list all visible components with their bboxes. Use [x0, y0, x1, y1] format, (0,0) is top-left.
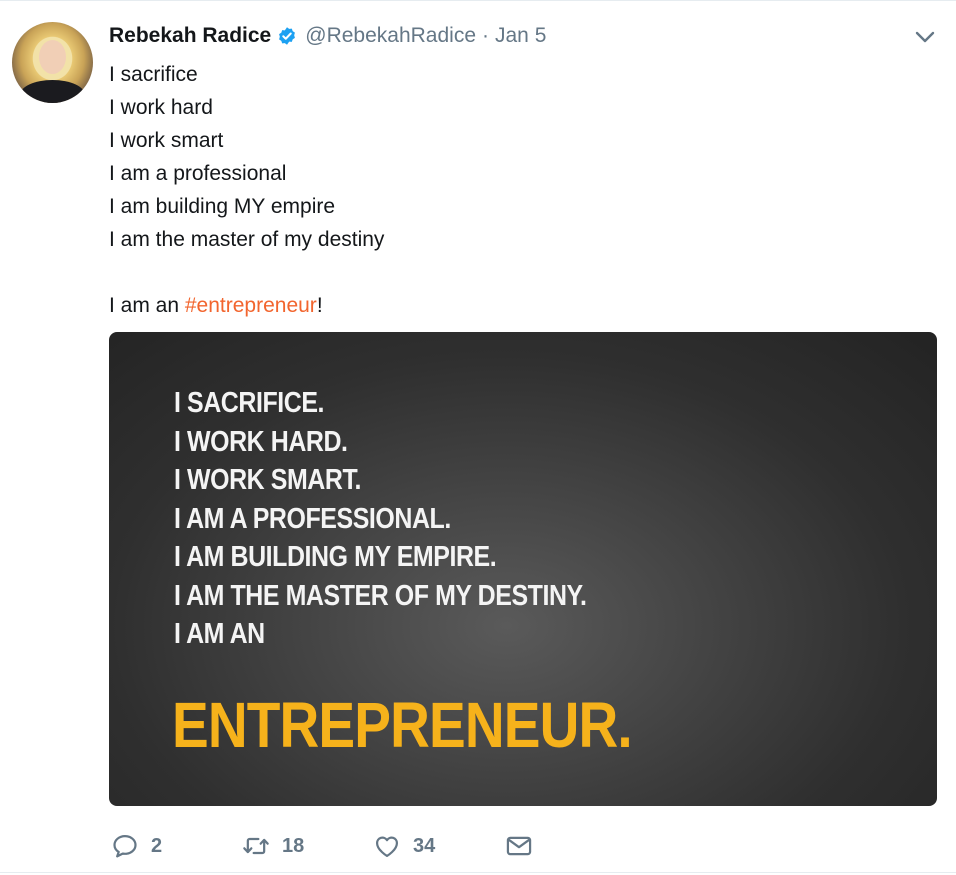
tweet-closing-line: I am an #entrepreneur! — [109, 289, 929, 322]
separator-dot: · — [482, 24, 489, 47]
image-line: I WORK SMART. — [174, 464, 361, 496]
image-line: I AM AN — [174, 618, 265, 650]
tweet-text: I sacrifice I work hard I work smart I a… — [109, 58, 929, 322]
verified-badge-icon — [279, 27, 296, 45]
image-line: I AM A PROFESSIONAL. — [174, 502, 451, 535]
tweet-card: Rebekah Radice @RebekahRadice · Jan 5 I … — [0, 0, 956, 875]
reply-button[interactable]: 2 — [111, 830, 162, 862]
direct-message-button[interactable] — [505, 830, 533, 862]
closing-prefix: I am an — [109, 294, 185, 317]
image-line: I SACRIFICE. — [174, 387, 325, 419]
tweet-line: I work hard — [109, 96, 213, 119]
tweet-line: I sacrifice — [109, 63, 198, 86]
reply-icon — [113, 834, 137, 858]
tweet-actions: 2 18 34 — [109, 830, 549, 862]
image-line: I WORK HARD. — [174, 425, 348, 458]
avatar[interactable] — [12, 22, 93, 103]
retweet-button[interactable]: 18 — [242, 830, 304, 862]
like-count: 34 — [413, 834, 436, 857]
avatar-shoulders — [20, 80, 85, 103]
direct-message-icon — [506, 836, 532, 856]
bottom-divider — [0, 872, 956, 873]
tweet-line: I am building MY empire — [109, 195, 336, 218]
like-icon — [375, 836, 399, 858]
closing-suffix: ! — [316, 294, 323, 317]
image-text-lines: I SACRIFICE. I WORK HARD. I WORK SMART. … — [174, 384, 587, 654]
image-headline: ENTREPRENEUR. — [172, 689, 633, 761]
tweet-line: I work smart — [109, 129, 224, 152]
tweet-line: I am the master of my destiny — [109, 228, 385, 251]
tweet-header: Rebekah Radice @RebekahRadice · Jan 5 — [109, 22, 546, 50]
author-handle[interactable]: @RebekahRadice — [305, 24, 476, 48]
tweet-date[interactable]: Jan 5 — [495, 24, 546, 48]
reply-count: 2 — [151, 834, 163, 857]
hashtag-link[interactable]: #entrepreneur — [185, 294, 317, 317]
image-line: I AM THE MASTER OF MY DESTINY. — [174, 579, 587, 612]
avatar-face — [39, 40, 66, 74]
author-name[interactable]: Rebekah Radice — [109, 24, 271, 48]
top-divider — [0, 0, 956, 1]
retweet-count: 18 — [282, 834, 305, 857]
image-line: I AM BUILDING MY EMPIRE. — [174, 541, 497, 573]
like-button[interactable]: 34 — [373, 830, 435, 862]
tweet-image[interactable]: I SACRIFICE. I WORK HARD. I WORK SMART. … — [109, 332, 937, 806]
retweet-icon — [243, 837, 269, 855]
tweet-line: I am a professional — [109, 162, 287, 185]
chevron-down-icon[interactable] — [913, 27, 937, 47]
